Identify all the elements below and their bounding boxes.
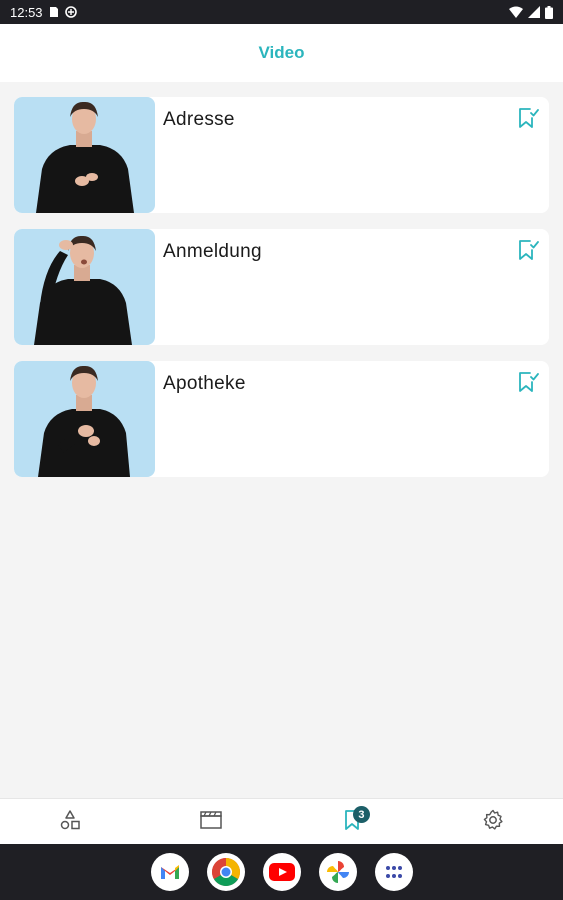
vpn-icon: [64, 6, 77, 18]
video-card[interactable]: Anmeldung: [14, 229, 549, 345]
bookmark-check-icon[interactable]: [517, 107, 539, 129]
page-title: Video: [258, 43, 305, 62]
bookmark-count-badge: 3: [352, 806, 370, 823]
video-thumbnail[interactable]: [14, 97, 155, 213]
chrome-icon[interactable]: [206, 853, 245, 891]
gmail-icon[interactable]: [150, 853, 189, 891]
nav-item-shapes[interactable]: [40, 802, 100, 842]
signer-image: [38, 365, 130, 477]
nav-item-settings[interactable]: [463, 802, 523, 842]
signer-image: [34, 235, 132, 345]
photos-icon[interactable]: [318, 853, 357, 891]
status-right: [509, 5, 553, 19]
video-card[interactable]: Adresse: [14, 97, 549, 213]
bookmark-check-icon[interactable]: [517, 239, 539, 261]
clock: 12:53: [10, 4, 43, 20]
signal-icon: [528, 6, 540, 18]
youtube-icon[interactable]: [262, 853, 301, 891]
video-list: Adresse Anmeldung Apotheke: [14, 97, 549, 477]
app-drawer-icon[interactable]: [374, 853, 413, 891]
bottom-navigation: 3: [0, 798, 563, 845]
sim-card-icon: [49, 6, 59, 18]
nav-item-bookmarks[interactable]: 3: [322, 802, 382, 842]
video-thumbnail[interactable]: [14, 229, 155, 345]
clapperboard-icon: [199, 809, 223, 836]
shapes-icon: [59, 809, 81, 836]
video-title: Anmeldung: [163, 241, 262, 262]
bookmark-check-icon[interactable]: [517, 371, 539, 393]
signer-image: [36, 101, 134, 213]
video-title: Adresse: [163, 109, 235, 130]
video-card[interactable]: Apotheke: [14, 361, 549, 477]
status-bar: 12:53: [0, 0, 563, 24]
nav-item-videos[interactable]: [181, 802, 241, 842]
video-thumbnail[interactable]: [14, 361, 155, 477]
gear-icon: [481, 808, 505, 837]
video-title: Apotheke: [163, 373, 246, 394]
status-left: 12:53: [10, 5, 77, 20]
app-header: Video: [0, 24, 563, 82]
battery-icon: [545, 5, 553, 19]
system-dock: [0, 844, 563, 900]
wifi-icon: [509, 6, 523, 18]
